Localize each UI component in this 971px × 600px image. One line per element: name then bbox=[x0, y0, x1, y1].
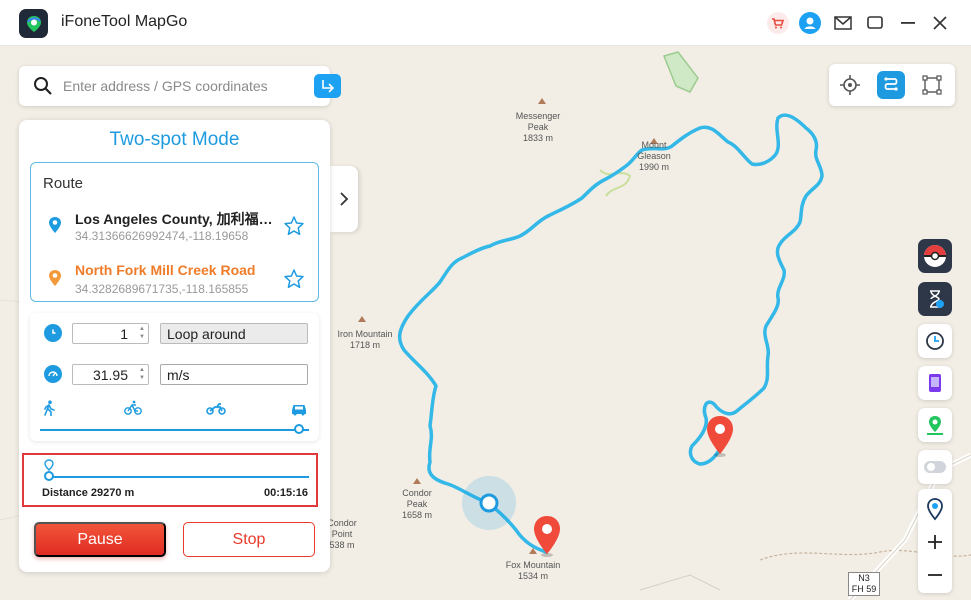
speed-stepper[interactable]: 31.95 ▲ ▼ bbox=[72, 364, 149, 385]
panel-collapse-button[interactable] bbox=[330, 166, 358, 232]
favorite-start-star-icon[interactable] bbox=[283, 215, 305, 242]
locate-me-icon[interactable] bbox=[924, 497, 946, 526]
favorite-end-star-icon[interactable] bbox=[283, 268, 305, 295]
teleport-mode-button[interactable] bbox=[836, 71, 864, 99]
maximize-icon[interactable] bbox=[863, 11, 887, 35]
current-location-dot bbox=[479, 493, 499, 513]
clock-icon bbox=[926, 332, 944, 350]
repeat-clock-icon bbox=[44, 324, 62, 342]
peak-marker-iron bbox=[358, 316, 366, 322]
end-coords: 34.3282689671735,-118.165855 bbox=[75, 282, 249, 296]
go-arrow-icon bbox=[321, 80, 334, 93]
speed-gauge-icon bbox=[44, 365, 62, 383]
search-go-button[interactable] bbox=[314, 74, 341, 98]
chevron-right-icon bbox=[340, 192, 349, 206]
repeat-count-stepper[interactable]: 1 ▲ ▼ bbox=[72, 323, 149, 344]
speed-slider-track[interactable] bbox=[40, 429, 309, 431]
end-name: North Fork Mill Creek Road bbox=[75, 262, 256, 278]
road-sign: N3 FH 59 bbox=[848, 572, 880, 596]
toggle-icon bbox=[924, 461, 946, 473]
route-panel: Two-spot Mode Route Los Angeles County, … bbox=[19, 120, 330, 572]
zoom-out-icon[interactable] bbox=[926, 566, 944, 589]
start-coords: 34.31366626992474,-118.19658 bbox=[75, 229, 249, 243]
route-label: Route bbox=[43, 175, 84, 192]
progress-handle[interactable] bbox=[44, 471, 54, 481]
peak-marker-condor bbox=[413, 478, 421, 484]
speed-value: 31.95 bbox=[92, 367, 128, 383]
label-fox-mountain: Fox Mountain 1534 m bbox=[505, 560, 561, 581]
title-bar: iFoneTool MapGo bbox=[0, 0, 971, 46]
walk-icon[interactable] bbox=[42, 400, 56, 421]
zoom-in-icon[interactable] bbox=[926, 533, 944, 556]
toggle-button[interactable] bbox=[918, 450, 952, 484]
route-progress: Distance 29270 m 00:15:16 bbox=[22, 453, 318, 507]
multi-spot-icon bbox=[922, 75, 942, 95]
label-condor-peak: Condor Peak 1658 m bbox=[401, 488, 433, 520]
route-path bbox=[397, 113, 824, 554]
device-button[interactable] bbox=[918, 366, 952, 400]
end-marker-icon bbox=[48, 269, 62, 292]
stepper-arrows-icon[interactable]: ▲ ▼ bbox=[139, 366, 145, 382]
two-spot-icon bbox=[884, 77, 898, 91]
terrain-line-2 bbox=[639, 574, 721, 591]
bike-icon[interactable] bbox=[124, 400, 142, 421]
label-messenger-peak: Messenger Peak 1833 m bbox=[515, 111, 561, 143]
app-logo bbox=[19, 9, 48, 38]
route-box: Route Los Angeles County, 加利福尼亚州 34.3136… bbox=[30, 162, 319, 302]
label-iron-mountain: Iron Mountain 1718 m bbox=[337, 329, 393, 350]
park-area bbox=[662, 51, 699, 93]
zoom-controls bbox=[918, 489, 952, 593]
repeat-mode-select[interactable]: Loop around bbox=[160, 323, 308, 344]
saved-location-button[interactable] bbox=[918, 408, 952, 442]
car-icon[interactable] bbox=[290, 400, 308, 421]
cooldown-timer-button[interactable] bbox=[918, 282, 952, 316]
start-marker-icon bbox=[48, 216, 62, 239]
timer-icon bbox=[930, 290, 944, 308]
search-input[interactable] bbox=[63, 74, 283, 98]
two-spot-mode-button[interactable] bbox=[877, 71, 905, 99]
peak-marker-messenger bbox=[538, 98, 546, 104]
search-bar bbox=[19, 66, 341, 106]
repeat-count-value: 1 bbox=[120, 326, 128, 342]
time-text: 00:15:16 bbox=[263, 487, 308, 499]
history-button[interactable] bbox=[918, 324, 952, 358]
search-icon bbox=[33, 76, 53, 101]
motorcycle-icon[interactable] bbox=[206, 400, 226, 421]
pokemon-go-button[interactable] bbox=[918, 239, 952, 273]
crosshair-icon bbox=[840, 75, 860, 95]
distance-text: Distance 29270 m bbox=[42, 487, 135, 499]
speed-unit-field: m/s bbox=[160, 364, 308, 385]
end-waypoint[interactable]: North Fork Mill Creek Road 34.3282689671… bbox=[31, 261, 320, 305]
close-icon[interactable] bbox=[928, 11, 952, 35]
progress-track bbox=[46, 476, 309, 478]
minimize-icon[interactable] bbox=[896, 11, 920, 35]
stop-button[interactable]: Stop bbox=[183, 522, 315, 557]
mail-icon[interactable] bbox=[831, 11, 855, 35]
start-waypoint[interactable]: Los Angeles County, 加利福尼亚州 34.3136662699… bbox=[31, 208, 320, 252]
map-pin-icon bbox=[927, 416, 943, 435]
pokeball-icon bbox=[924, 245, 946, 267]
speed-slider-handle[interactable] bbox=[294, 424, 304, 434]
phone-icon bbox=[929, 374, 941, 392]
movement-settings: 1 ▲ ▼ Loop around 31.95 ▲ ▼ m/s bbox=[30, 313, 319, 441]
user-icon[interactable] bbox=[798, 11, 822, 35]
mode-title: Two-spot Mode bbox=[109, 129, 240, 150]
app-title: iFoneTool MapGo bbox=[61, 13, 188, 30]
multi-spot-mode-button[interactable] bbox=[918, 71, 946, 99]
pause-button[interactable]: Pause bbox=[34, 522, 166, 557]
mode-toolbar bbox=[829, 64, 955, 106]
stepper-arrows-icon[interactable]: ▲ ▼ bbox=[139, 325, 145, 341]
cart-icon[interactable] bbox=[766, 11, 790, 35]
label-mount-gleason: Mount Gleason 1990 m bbox=[637, 140, 671, 172]
start-name: Los Angeles County, 加利福尼亚州 bbox=[75, 211, 275, 227]
